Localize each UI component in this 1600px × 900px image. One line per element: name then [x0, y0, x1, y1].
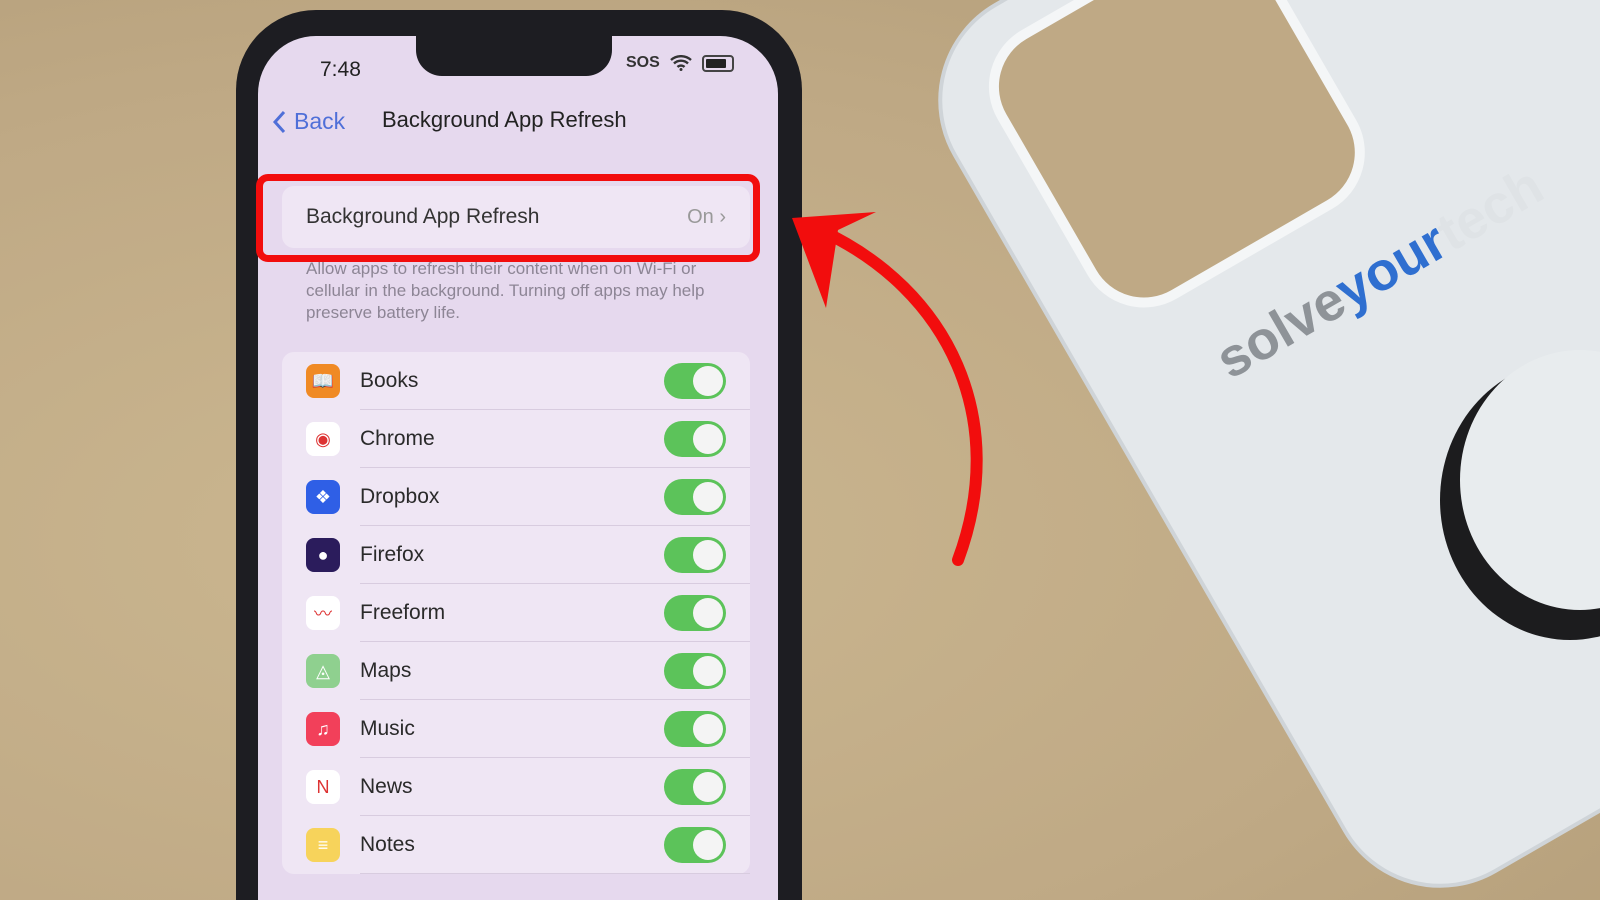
page-title: Background App Refresh: [382, 107, 627, 132]
toggle-notes[interactable]: [664, 827, 726, 863]
status-bar: SOS: [626, 54, 734, 72]
list-item: ◉ Chrome: [282, 410, 750, 468]
phone-screen: 7:48 SOS Back Background App Refresh Bac…: [258, 36, 778, 900]
app-name: Dropbox: [360, 485, 440, 508]
toggle-chrome[interactable]: [664, 421, 726, 457]
red-arrow: [792, 212, 983, 566]
books-icon: 📖: [306, 364, 340, 398]
chevron-left-icon: [272, 110, 286, 133]
list-item: 📖 Books: [282, 352, 750, 410]
list-item: ❖ Dropbox: [282, 468, 750, 526]
app-name: Chrome: [360, 427, 435, 450]
description: Allow apps to refresh their content when…: [306, 259, 705, 322]
list-item: ◬ Maps: [282, 642, 750, 700]
carrier-label: SOS: [626, 54, 660, 71]
maps-icon: ◬: [306, 654, 340, 688]
toggle-dropbox[interactable]: [664, 479, 726, 515]
music-icon: ♫: [306, 712, 340, 746]
app-name: Freeform: [360, 601, 446, 624]
status-time: 7:48: [320, 58, 361, 81]
toggle-music[interactable]: [664, 711, 726, 747]
back-button[interactable]: Back: [272, 108, 345, 135]
news-icon: N: [306, 770, 340, 804]
list-item: ≡ Notes: [282, 816, 750, 874]
list-item: ● Firefox: [282, 526, 750, 584]
dropbox-icon: ❖: [306, 480, 340, 514]
list-item: 〰 Freeform: [282, 584, 750, 642]
list-item: ♫ Music: [282, 700, 750, 758]
freeform-icon: 〰: [306, 596, 340, 630]
app-name: Books: [360, 369, 419, 392]
app-name: Music: [360, 717, 415, 740]
app-name: Notes: [360, 833, 415, 856]
firefox-icon: ●: [306, 538, 340, 572]
battery-icon: [701, 54, 734, 72]
app-name: Maps: [360, 659, 412, 682]
notch: [416, 36, 612, 76]
toggle-news[interactable]: [664, 769, 726, 805]
wifi-icon: [669, 55, 692, 71]
app-list: 📖 Books ◉ Chrome ❖ Dropbox ● Firefox 〰 F…: [282, 352, 750, 874]
app-name: News: [360, 775, 413, 798]
toggle-books[interactable]: [664, 363, 726, 399]
notes-icon: ≡: [306, 828, 340, 862]
back-label: Back: [294, 108, 346, 134]
toggle-maps[interactable]: [664, 653, 726, 689]
toggle-freeform[interactable]: [664, 595, 726, 631]
toggle-firefox[interactable]: [664, 537, 726, 573]
list-item: N News: [282, 758, 750, 816]
app-name: Firefox: [360, 543, 425, 566]
chrome-icon: ◉: [306, 422, 340, 456]
highlight-box: [256, 174, 760, 262]
